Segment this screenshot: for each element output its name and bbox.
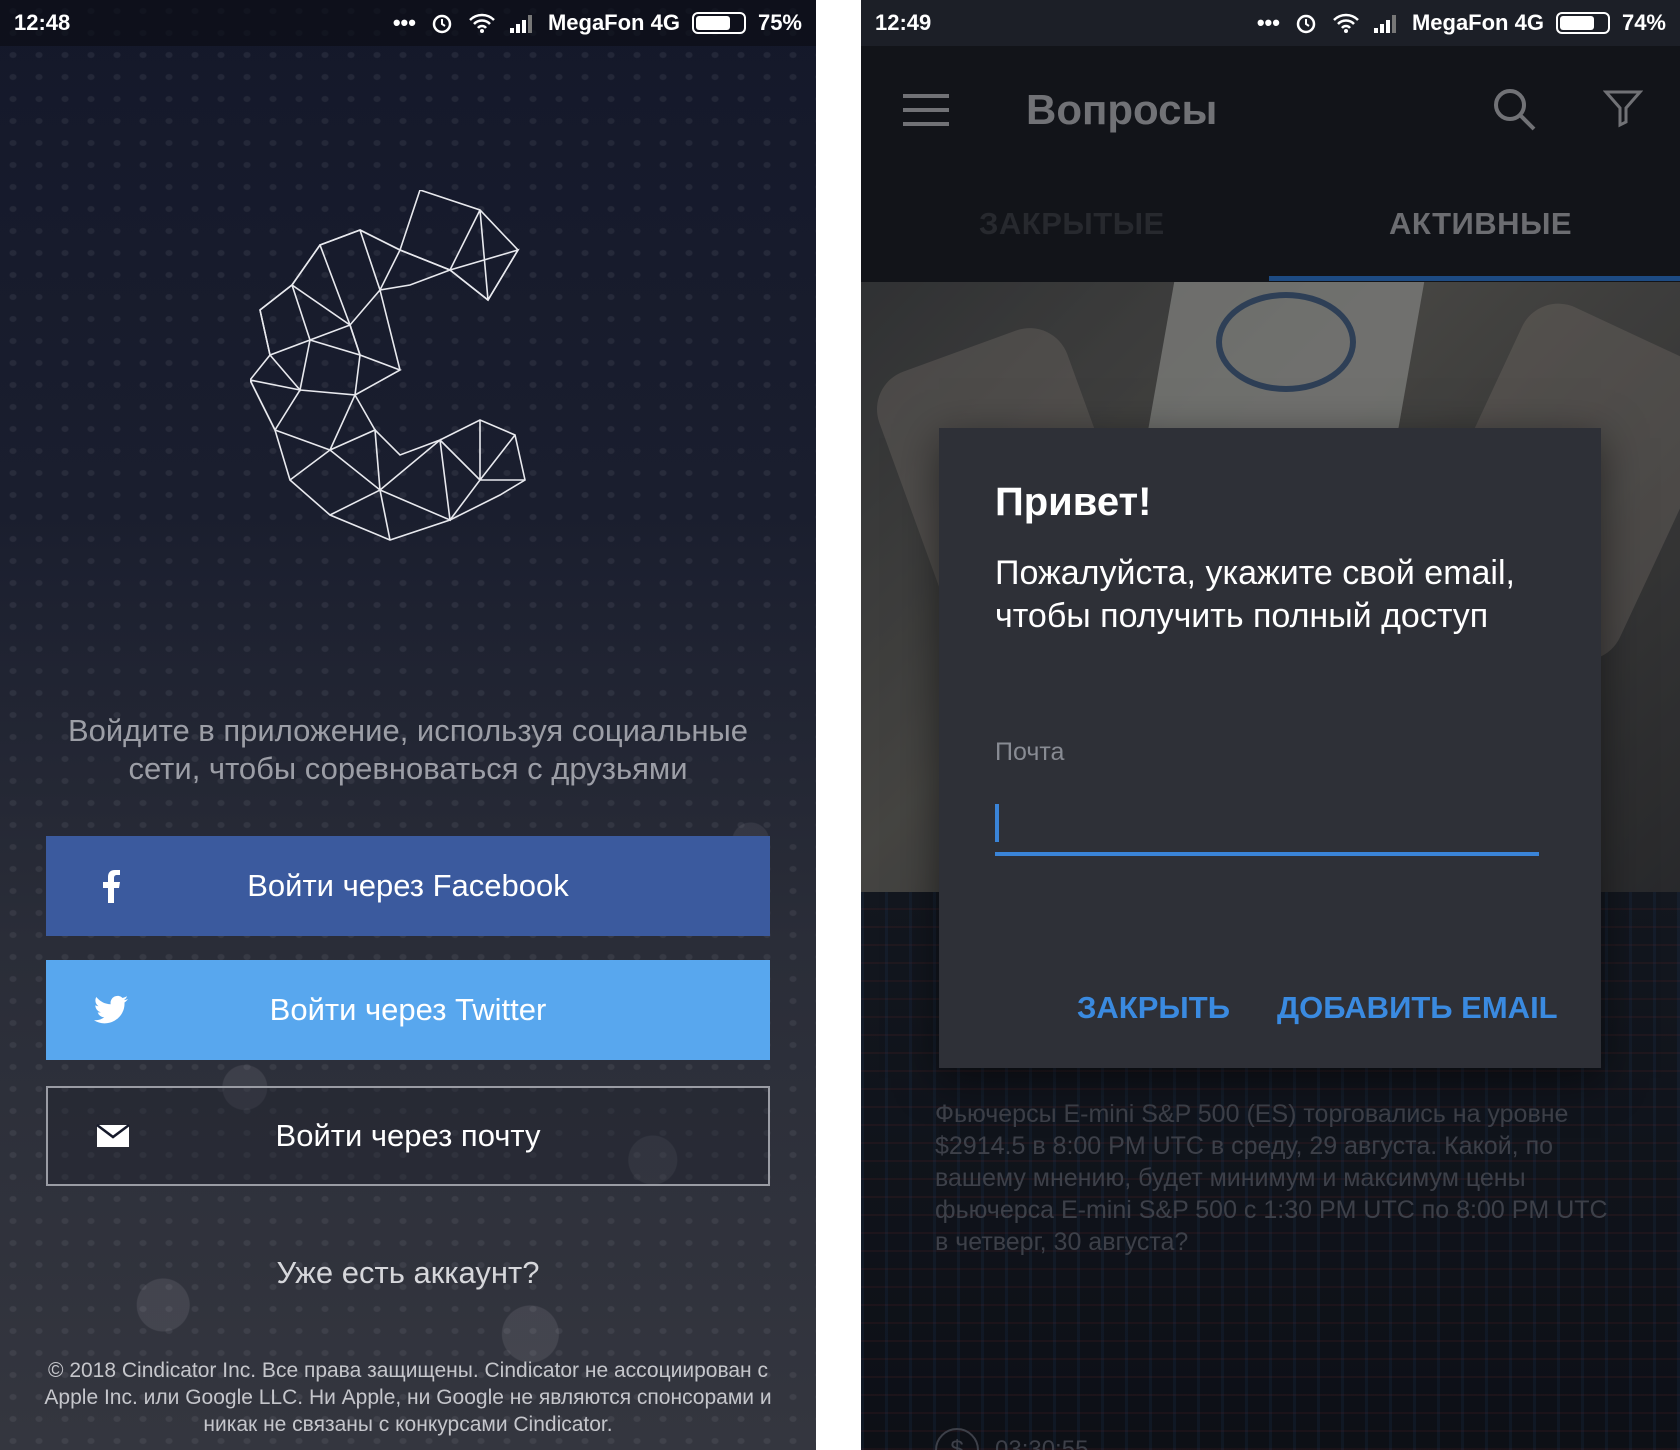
dialog-title: Привет! (995, 480, 1152, 524)
copyright-text: © 2018 Cindicator Inc. Все права защищен… (44, 1359, 772, 1436)
close-button[interactable]: ЗАКРЫТЬ (1077, 990, 1230, 1026)
battery-icon (691, 12, 746, 34)
add-email-button[interactable]: ДОБАВИТЬ EMAIL (1277, 990, 1558, 1026)
email-dialog: Привет! Пожалуйста, укажите свой email, … (939, 428, 1601, 1068)
carrier-label: MegaFon 4G (547, 10, 680, 35)
intro-text: Войдите в приложение, используя социальн… (67, 713, 749, 786)
twitter-icon (94, 995, 128, 1024)
envelope-icon (96, 1124, 130, 1147)
have-account-link[interactable]: Уже есть аккаунт? (0, 1255, 816, 1291)
email-field[interactable] (995, 794, 1539, 856)
wifi-icon (469, 13, 495, 33)
more-dots-icon: ••• (392, 10, 416, 35)
twitter-login-button[interactable]: Войти через Twitter (46, 960, 770, 1060)
email-login-button[interactable]: Войти через почту (46, 1086, 770, 1186)
facebook-login-label: Войти через Facebook (247, 868, 569, 903)
status-time: 12:48 (14, 10, 71, 35)
facebook-login-button[interactable]: Войти через Facebook (46, 836, 770, 936)
facebook-icon (103, 870, 120, 903)
text-cursor (995, 804, 999, 842)
email-field-label: Почта (995, 738, 1065, 766)
battery-percent: 75% (757, 10, 802, 35)
login-screen: 12:48 ••• MegaFon 4G 75% Войдите в прило… (0, 0, 816, 1450)
status-time: 12:49 (875, 10, 932, 35)
twitter-login-label: Войти через Twitter (269, 992, 547, 1027)
battery-icon (1555, 12, 1610, 34)
carrier-label: MegaFon 4G (1411, 10, 1544, 35)
battery-percent: 74% (1621, 10, 1666, 35)
wifi-icon (1333, 13, 1359, 33)
signal-icon (1373, 15, 1396, 33)
signal-icon (509, 15, 532, 33)
alarm-icon (432, 14, 452, 34)
status-bar: 12:48 ••• MegaFon 4G 75% (0, 0, 816, 46)
status-bar: 12:49 ••• MegaFon 4G 74% (861, 0, 1680, 46)
email-login-label: Войти через почту (275, 1118, 541, 1153)
more-dots-icon: ••• (1256, 10, 1280, 35)
dialog-message: Пожалуйста, укажите свой email, чтобы по… (995, 554, 1515, 635)
cindicator-logo (250, 190, 526, 541)
questions-screen: Фьючерсы E-mini S&P 500 (ES) торговались… (861, 0, 1680, 1450)
alarm-icon (1296, 14, 1316, 34)
